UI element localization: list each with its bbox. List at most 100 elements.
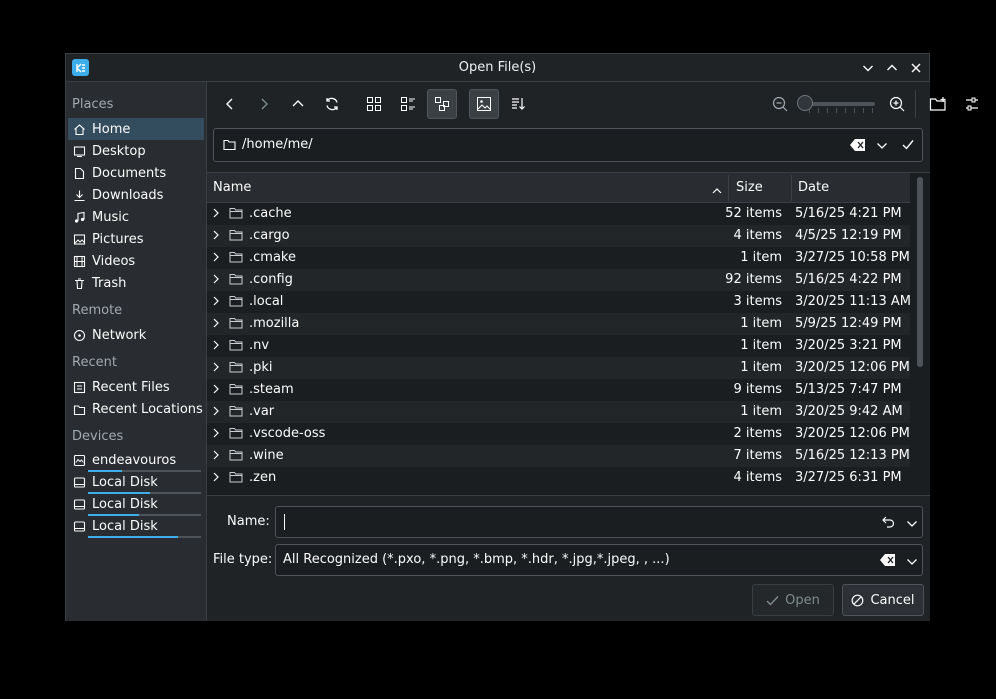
compact-view-button[interactable] xyxy=(393,89,423,119)
location-bar[interactable]: /home/me/ xyxy=(213,128,923,162)
sidebar-item-music[interactable]: Music xyxy=(68,206,204,228)
sidebar-item-label: Recent Locations xyxy=(92,401,203,417)
table-row[interactable]: .nv 1 item 3/20/25 3:21 PM xyxy=(207,335,910,357)
expand-chevron-icon[interactable] xyxy=(212,383,220,399)
sidebar-item-desktop[interactable]: Desktop xyxy=(68,140,204,162)
expand-chevron-icon[interactable] xyxy=(212,229,220,245)
expand-chevron-icon[interactable] xyxy=(212,405,220,421)
expand-chevron-icon[interactable] xyxy=(212,317,220,333)
table-row[interactable]: .cmake 1 item 3/27/25 10:58 PM xyxy=(207,247,910,269)
sidebar-item-local-disk-2[interactable]: Local Disk xyxy=(68,493,204,515)
icons-view-button[interactable] xyxy=(359,89,389,119)
sidebar-item-trash[interactable]: Trash xyxy=(68,272,204,294)
sidebar-item-endeavouros[interactable]: endeavouros xyxy=(68,449,204,471)
chevron-right-icon xyxy=(261,98,268,110)
sidebar-item-home[interactable]: Home xyxy=(68,118,204,140)
reload-button[interactable] xyxy=(317,89,347,119)
expand-chevron-icon[interactable] xyxy=(212,295,220,311)
table-row[interactable]: .wine 7 items 5/16/25 12:13 PM xyxy=(207,445,910,467)
options-button[interactable] xyxy=(957,89,987,119)
network-icon xyxy=(72,328,86,342)
table-row[interactable]: .mozilla 1 item 5/9/25 12:49 PM xyxy=(207,313,910,335)
clear-text-icon[interactable] xyxy=(850,138,866,156)
file-name: .nv xyxy=(249,338,270,353)
chevron-down-icon[interactable] xyxy=(906,518,918,533)
sort-button[interactable] xyxy=(503,89,533,119)
location-path[interactable]: /home/me/ xyxy=(242,137,313,152)
drive-icon xyxy=(72,519,86,533)
zoom-slider[interactable] xyxy=(797,95,877,113)
folder-icon xyxy=(229,383,243,399)
maximize-button[interactable] xyxy=(882,58,902,78)
folder-icon xyxy=(229,207,243,223)
folder-icon xyxy=(229,295,243,311)
expand-chevron-icon[interactable] xyxy=(212,273,220,289)
cancel-button[interactable]: Cancel xyxy=(842,584,924,616)
file-size: 92 items xyxy=(725,272,782,287)
vertical-scrollbar[interactable] xyxy=(910,173,930,495)
expand-chevron-icon[interactable] xyxy=(212,339,220,355)
back-button[interactable] xyxy=(215,89,245,119)
table-row[interactable]: .steam 9 items 5/13/25 7:47 PM xyxy=(207,379,910,401)
title-bar[interactable]: Open File(s) xyxy=(66,54,929,82)
file-name: .pki xyxy=(249,360,273,375)
table-row[interactable]: .vscode-oss 2 items 3/20/25 12:06 PM xyxy=(207,423,910,445)
date-column-header[interactable]: Date xyxy=(798,180,829,195)
filename-input[interactable] xyxy=(275,506,923,538)
sidebar-item-recent-locations[interactable]: Recent Locations xyxy=(68,398,204,420)
open-button[interactable]: Open xyxy=(752,584,834,616)
expand-chevron-icon[interactable] xyxy=(212,471,220,487)
up-button[interactable] xyxy=(283,89,313,119)
sidebar-item-label: Pictures xyxy=(92,231,144,247)
drive-icon xyxy=(72,497,86,511)
size-column-header[interactable]: Size xyxy=(736,180,763,195)
clear-text-icon[interactable] xyxy=(880,553,896,571)
sidebar-item-videos[interactable]: Videos xyxy=(68,250,204,272)
undo-icon[interactable] xyxy=(882,516,895,532)
expand-chevron-icon[interactable] xyxy=(212,449,220,465)
table-row[interactable]: .pki 1 item 3/20/25 12:06 PM xyxy=(207,357,910,379)
expand-chevron-icon[interactable] xyxy=(212,361,220,377)
table-row[interactable]: .zen 4 items 3/27/25 6:31 PM xyxy=(207,467,910,489)
checkmark-icon[interactable] xyxy=(902,139,914,154)
sidebar-item-documents[interactable]: Documents xyxy=(68,162,204,184)
file-list[interactable]: Name Size Date .cache 52 items 5/16/25 4:2… xyxy=(207,172,930,496)
details-view-button[interactable] xyxy=(427,89,457,119)
sidebar-item-network[interactable]: Network xyxy=(68,324,204,346)
zoom-in-button[interactable] xyxy=(882,89,912,119)
file-date: 5/9/25 12:49 PM xyxy=(795,316,902,331)
filetype-combobox[interactable]: All Recognized (*.pxo, *.png, *.bmp, *.h… xyxy=(275,544,923,576)
sidebar-item-local-disk-3[interactable]: Local Disk xyxy=(68,515,204,537)
scrollbar-thumb[interactable] xyxy=(917,177,923,367)
expand-chevron-icon[interactable] xyxy=(212,251,220,267)
table-row[interactable]: .local 3 items 3/20/25 11:13 AM xyxy=(207,291,911,313)
toolbar xyxy=(207,82,978,126)
name-column-header[interactable]: Name xyxy=(213,180,251,195)
file-size: 1 item xyxy=(740,360,782,375)
new-folder-button[interactable] xyxy=(923,89,953,119)
file-date: 3/27/25 6:31 PM xyxy=(795,470,902,485)
folder-icon xyxy=(229,339,243,355)
sidebar-item-recent-files[interactable]: Recent Files xyxy=(68,376,204,398)
minimize-button[interactable] xyxy=(858,58,878,78)
table-row[interactable]: .cargo 4 items 4/5/25 12:19 PM xyxy=(207,225,910,247)
table-row[interactable]: .cache 52 items 5/16/25 4:21 PM xyxy=(207,203,910,225)
close-button[interactable] xyxy=(906,58,926,78)
preview-toggle-button[interactable] xyxy=(469,89,499,119)
zoom-out-button[interactable] xyxy=(765,89,795,119)
open-button-label: Open xyxy=(785,592,820,608)
drive-icon xyxy=(72,475,86,489)
expand-chevron-icon[interactable] xyxy=(212,427,220,443)
table-row[interactable]: .var 1 item 3/20/25 9:42 AM xyxy=(207,401,910,423)
chevron-down-icon[interactable] xyxy=(906,556,918,571)
expand-chevron-icon[interactable] xyxy=(212,207,220,223)
chevron-down-icon[interactable] xyxy=(876,140,888,155)
table-row[interactable]: .config 92 items 5/16/25 4:22 PM xyxy=(207,269,910,291)
zoom-slider-handle[interactable] xyxy=(797,95,813,111)
sidebar-item-downloads[interactable]: Downloads xyxy=(68,184,204,206)
sidebar-item-local-disk-1[interactable]: Local Disk xyxy=(68,471,204,493)
file-size: 1 item xyxy=(740,338,782,353)
forward-button[interactable] xyxy=(249,89,279,119)
sidebar-item-pictures[interactable]: Pictures xyxy=(68,228,204,250)
file-size: 7 items xyxy=(733,448,782,463)
